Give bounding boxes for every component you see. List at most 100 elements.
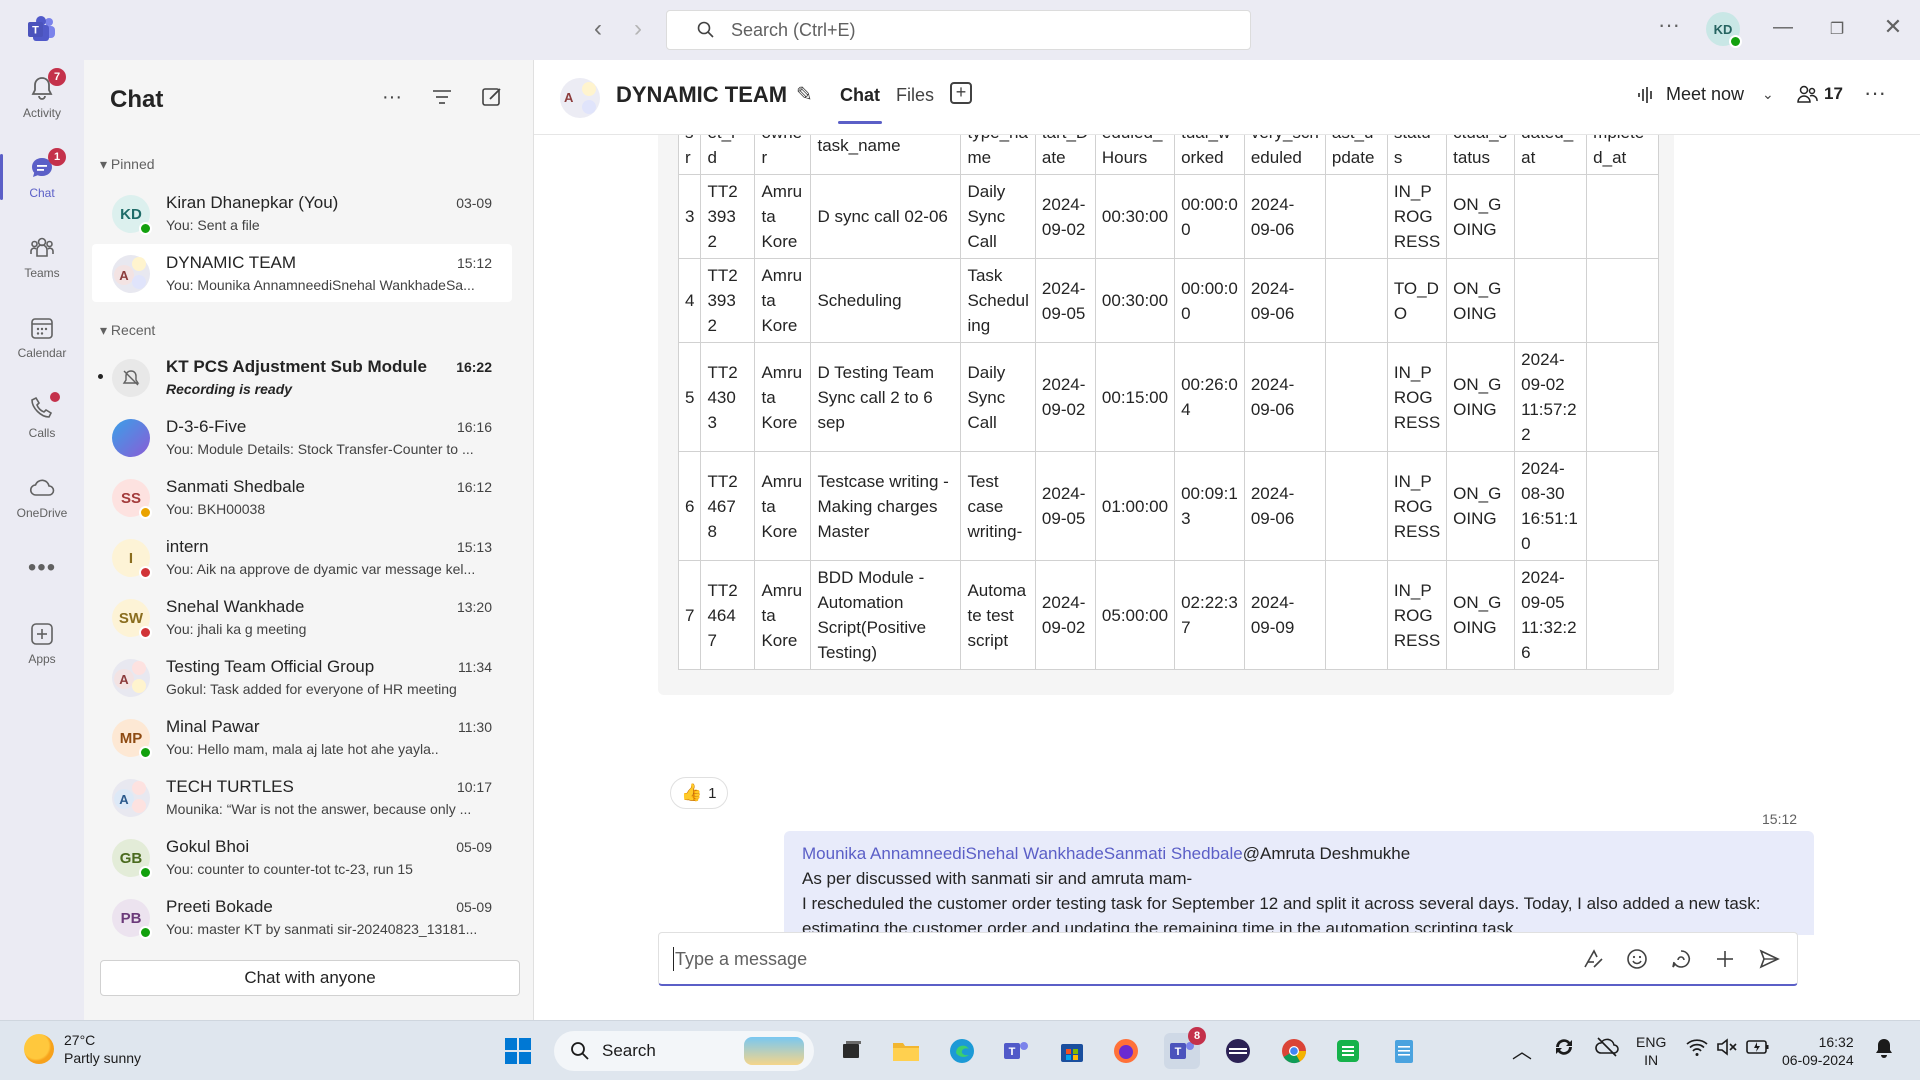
- chat-item-kt-pcs[interactable]: KT PCS Adjustment Sub Module 16:22 Recor…: [92, 348, 512, 406]
- bell-icon: 7: [28, 68, 66, 102]
- tab-files[interactable]: Files: [896, 85, 934, 106]
- apps-icon: [28, 620, 56, 648]
- chat-item-intern[interactable]: I intern 15:13 You: Aik na approve de dy…: [92, 528, 512, 586]
- language-indicator[interactable]: ENG IN: [1636, 1033, 1666, 1069]
- message-timestamp: 15:12: [1762, 811, 1798, 827]
- participants-button[interactable]: 17: [1796, 84, 1843, 104]
- weather-widget[interactable]: 27°C Partly sunny: [24, 1031, 141, 1067]
- chevron-down-icon[interactable]: ⌄: [1762, 86, 1774, 103]
- table-cell: BDD Module - Automation Script(Positive …: [810, 560, 962, 670]
- table-cell: Test case writing-: [960, 451, 1036, 561]
- settings-more-icon[interactable]: ···: [1654, 12, 1684, 38]
- edge-icon[interactable]: [944, 1033, 980, 1069]
- chat-item-testing-team[interactable]: A Testing Team Official Group 11:34 Goku…: [92, 648, 512, 706]
- table-cell: TT2 393 2: [700, 258, 756, 343]
- mention-names[interactable]: Mounika AnnamneediSnehal WankhadeSanmati…: [802, 844, 1243, 863]
- chat-item-preeti[interactable]: PB Preeti Bokade 05-09 You: master KT by…: [92, 888, 512, 946]
- avatar-mini: [132, 799, 146, 813]
- task-view-icon[interactable]: [834, 1033, 870, 1069]
- chat-time: 05-09: [456, 839, 492, 855]
- table-header-cell: eduled_ Hours: [1094, 135, 1176, 175]
- chat-item-dynamic-team[interactable]: A DYNAMIC TEAM 15:12 You: Mounika Annamn…: [92, 244, 512, 302]
- chat-item-snehal[interactable]: SW Snehal Wankhade 13:20 You: jhali ka g…: [92, 588, 512, 646]
- forward-arrow-icon[interactable]: ›: [624, 16, 652, 44]
- emoji-icon[interactable]: [1625, 947, 1649, 971]
- send-icon[interactable]: [1757, 947, 1781, 971]
- store-icon[interactable]: [1054, 1033, 1090, 1069]
- table-cell: [1514, 258, 1588, 343]
- notepad-icon[interactable]: [1386, 1033, 1422, 1069]
- rail-calendar[interactable]: Calendar: [0, 300, 84, 374]
- message-composer[interactable]: Type a message: [658, 932, 1798, 986]
- restore-icon[interactable]: ❐: [1822, 19, 1852, 39]
- wifi-icon[interactable]: [1686, 1037, 1708, 1060]
- rail-teams[interactable]: Teams: [0, 220, 84, 294]
- notification-bell-icon[interactable]: [1874, 1037, 1894, 1062]
- user-avatar[interactable]: KD: [1706, 12, 1742, 48]
- table-cell: IN_P ROG RESS: [1386, 342, 1448, 452]
- eclipse-icon[interactable]: [1220, 1033, 1256, 1069]
- search-icon: [571, 1042, 589, 1060]
- presence-away-icon: [139, 506, 152, 519]
- recent-section-label[interactable]: ▾ Recent: [100, 322, 155, 339]
- chat-item-minal[interactable]: MP Minal Pawar 11:30 You: Hello mam, mal…: [92, 708, 512, 766]
- rail-chat[interactable]: 1 Chat: [0, 140, 84, 214]
- rail-activity[interactable]: 7 Activity: [0, 60, 84, 134]
- chat-with-anyone-button[interactable]: Chat with anyone: [100, 960, 520, 996]
- network-cloud-icon[interactable]: [1594, 1035, 1620, 1062]
- system-clock[interactable]: 16:32 06-09-2024: [1782, 1033, 1854, 1069]
- chat-item-gokul[interactable]: GB Gokul Bhoi 05-09 You: counter to coun…: [92, 828, 512, 886]
- new-chat-icon[interactable]: [479, 84, 505, 110]
- chat-item-d36five[interactable]: D-3-6-Five 16:16 You: Module Details: St…: [92, 408, 512, 466]
- filter-icon[interactable]: [429, 84, 455, 110]
- rename-pencil-icon[interactable]: ✎: [796, 82, 813, 107]
- rail-apps[interactable]: Apps: [0, 606, 84, 680]
- my-message-bubble[interactable]: Mounika AnnamneediSnehal WankhadeSanmati…: [784, 831, 1814, 935]
- search-box[interactable]: Search (Ctrl+E): [666, 10, 1251, 50]
- avatar-initials: PB: [120, 909, 142, 927]
- rail-more[interactable]: •••: [0, 538, 84, 598]
- chat-name: DYNAMIC TEAM: [166, 253, 297, 272]
- firefox-icon[interactable]: [1108, 1033, 1144, 1069]
- clock-date: 06-09-2024: [1782, 1052, 1854, 1068]
- tray-overflow-chevron-icon[interactable]: ︿: [1512, 1035, 1532, 1064]
- close-icon[interactable]: ✕: [1878, 14, 1908, 40]
- tab-chat[interactable]: Chat: [838, 85, 882, 124]
- chat-badge: 1: [48, 148, 66, 166]
- chat-item-sanmati[interactable]: SS Sanmati Shedbale 16:12 You: BKH00038: [92, 468, 512, 526]
- add-tab-icon[interactable]: +: [950, 82, 972, 104]
- reaction-pill[interactable]: 👍 1: [670, 777, 728, 809]
- sync-icon[interactable]: [1552, 1035, 1576, 1062]
- teams-classic-icon[interactable]: T: [998, 1033, 1034, 1069]
- format-icon[interactable]: [1581, 947, 1605, 971]
- rail-label: Calls: [28, 426, 56, 440]
- table-cell: 2024- 09-02: [1034, 342, 1096, 452]
- spreadsheet-app-icon[interactable]: [1330, 1033, 1366, 1069]
- muted-meeting-icon: [112, 359, 150, 397]
- pinned-section-label[interactable]: ▾ Pinned: [100, 156, 155, 173]
- chat-time: 15:13: [456, 539, 492, 555]
- back-arrow-icon[interactable]: ‹: [584, 16, 612, 44]
- chat-item-kiran[interactable]: KD Kiran Dhanepkar (You) 03-09 You: Sent…: [92, 184, 512, 242]
- loop-icon[interactable]: [1669, 947, 1693, 971]
- chrome-icon[interactable]: [1276, 1033, 1312, 1069]
- rail-calls[interactable]: Calls: [0, 380, 84, 454]
- meet-now-button[interactable]: Meet now ⌄: [1636, 84, 1774, 105]
- table-cell: 00:00:0 0: [1174, 174, 1245, 259]
- more-options-icon[interactable]: ···: [1864, 80, 1886, 106]
- add-attachment-icon[interactable]: [1713, 947, 1737, 971]
- more-options-icon[interactable]: ···: [379, 84, 405, 110]
- presence-busy-icon: [139, 626, 152, 639]
- chat-item-tech-turtles[interactable]: A TECH TURTLES 10:17 Mounika: “War is no…: [92, 768, 512, 826]
- minimize-icon[interactable]: —: [1768, 16, 1798, 39]
- rail-onedrive[interactable]: OneDrive: [0, 460, 84, 534]
- file-explorer-icon[interactable]: [888, 1033, 924, 1069]
- teams-taskbar-icon[interactable]: T 8: [1164, 1027, 1206, 1069]
- volume-muted-icon[interactable]: [1716, 1037, 1738, 1060]
- chat-time: 13:20: [456, 599, 492, 615]
- windows-start-icon[interactable]: [500, 1033, 536, 1069]
- battery-charging-icon[interactable]: [1746, 1037, 1770, 1060]
- taskbar-search[interactable]: Search: [554, 1031, 814, 1071]
- app-rail: 7 Activity 1 Chat Teams Calendar Calls O…: [0, 60, 84, 1020]
- table-header-cell: statu s: [1386, 135, 1448, 175]
